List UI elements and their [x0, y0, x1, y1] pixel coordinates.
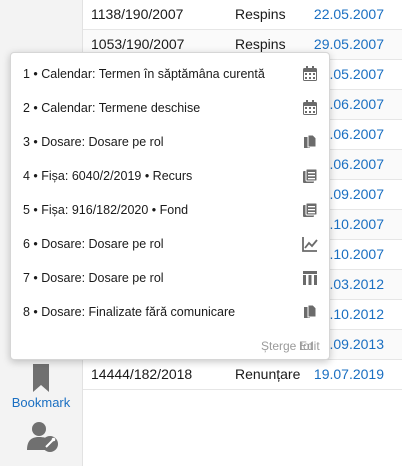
documents-icon — [304, 134, 317, 148]
user-settings-icon — [27, 422, 58, 452]
bookmark-item[interactable]: 6 • Dosare: Dosare pe rol — [11, 228, 329, 262]
bookmark-button[interactable]: Bookmark — [0, 360, 82, 412]
bookmark-item-label: 3 • Dosare: Dosare pe rol — [23, 135, 164, 149]
case-date[interactable]: .06.2007 — [330, 96, 385, 112]
columns-icon — [303, 271, 317, 285]
bookmark-label: Bookmark — [11, 395, 71, 410]
case-status: Respins — [235, 6, 286, 22]
bookmark-item-label: 8 • Dosare: Finalizate fără comunicare — [23, 305, 236, 319]
table-row[interactable]: 1138/190/2007 Respins 22.05.2007 — [83, 0, 402, 30]
case-number: 1053/190/2007 — [91, 36, 185, 52]
bookmark-item[interactable]: 3 • Dosare: Dosare pe rol — [11, 126, 329, 160]
case-date[interactable]: .09.2013 — [330, 336, 385, 352]
case-status: Renunțare — [235, 366, 301, 382]
bookmark-item-label: 5 • Fișa: 916/182/2020 • Fond — [23, 203, 189, 217]
case-date[interactable]: .03.2012 — [330, 276, 385, 292]
bookmark-item[interactable]: 7 • Dosare: Dosare pe rol — [11, 262, 329, 296]
edit-button[interactable]: Edit — [299, 339, 320, 353]
line-chart-icon — [302, 237, 318, 252]
case-date[interactable]: .10.2007 — [330, 216, 385, 232]
bookmark-item[interactable]: 5 • Fișa: 916/182/2020 • Fond — [11, 194, 329, 228]
case-date[interactable]: .10.2012 — [330, 306, 385, 322]
user-settings-button[interactable] — [26, 420, 60, 454]
bookmark-item-label: 7 • Dosare: Dosare pe rol — [23, 271, 164, 285]
file-list-icon — [303, 202, 318, 217]
bookmark-item[interactable]: 8 • Dosare: Finalizate fără comunicare — [11, 296, 329, 330]
case-number: 14444/182/2018 — [91, 366, 193, 382]
bookmarks-footer: Șterge tot Edit — [11, 333, 329, 359]
bookmark-item[interactable]: 4 • Fișa: 6040/2/2019 • Recurs — [11, 160, 329, 194]
case-date[interactable]: .09.2007 — [330, 186, 385, 202]
case-date[interactable]: .06.2007 — [330, 126, 385, 142]
table-row[interactable]: 14444/182/2018 Renunțare 19.07.2019 — [83, 360, 402, 390]
documents-icon — [304, 304, 317, 318]
case-status: Respins — [235, 36, 286, 52]
bookmark-item[interactable]: 2 • Calendar: Termene deschise — [11, 92, 329, 126]
bookmark-item-label: 2 • Calendar: Termene deschise — [23, 101, 201, 115]
case-date[interactable]: .05.2007 — [330, 66, 385, 82]
bookmark-item-label: 4 • Fișa: 6040/2/2019 • Recurs — [23, 169, 193, 183]
case-date[interactable]: 29.05.2007 — [314, 36, 384, 52]
bookmarks-popup: 1 • Calendar: Termen în săptămâna curent… — [10, 52, 330, 360]
case-date[interactable]: 22.05.2007 — [314, 6, 384, 22]
bookmark-item-label: 1 • Calendar: Termen în săptămâna curent… — [23, 67, 265, 81]
bookmark-item-label: 6 • Dosare: Dosare pe rol — [23, 237, 164, 251]
calendar-icon — [303, 66, 317, 81]
case-date[interactable]: 19.07.2019 — [314, 366, 384, 382]
case-number: 1138/190/2007 — [91, 6, 184, 22]
calendar-icon — [303, 100, 317, 115]
case-date[interactable]: .10.2007 — [330, 246, 385, 262]
file-list-icon — [303, 168, 318, 183]
bookmark-item[interactable]: 1 • Calendar: Termen în săptămâna curent… — [11, 58, 329, 92]
bookmark-icon — [33, 364, 49, 392]
case-date[interactable]: .06.2007 — [330, 156, 385, 172]
